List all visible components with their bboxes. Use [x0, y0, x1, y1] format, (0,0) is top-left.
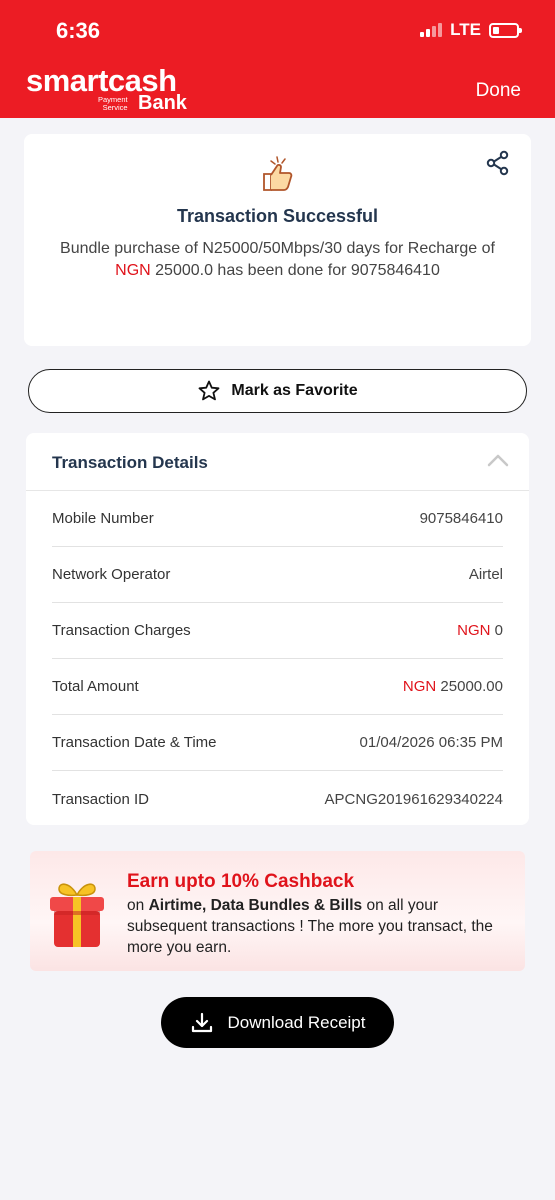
- logo-bank: Bank: [138, 92, 187, 114]
- promo-text: on Airtime, Data Bundles & Bills on all …: [127, 897, 493, 956]
- currency-label: NGN: [115, 262, 151, 279]
- success-card: Transaction Successful Bundle purchase o…: [24, 134, 531, 346]
- share-icon[interactable]: [485, 150, 511, 176]
- transaction-details-header[interactable]: Transaction Details: [26, 433, 529, 491]
- mark-favorite-label: Mark as Favorite: [231, 382, 358, 399]
- detail-value: APCNG201961629340224: [324, 790, 503, 808]
- detail-row-network-operator: Network Operator Airtel: [52, 547, 503, 603]
- star-icon: [198, 380, 220, 401]
- chevron-up-icon[interactable]: [487, 453, 509, 467]
- cashback-promo-banner[interactable]: Earn upto 10% Cashback on Airtime, Data …: [30, 851, 525, 971]
- detail-label: Transaction Charges: [52, 622, 191, 639]
- detail-value: NGN 0: [457, 622, 503, 639]
- smartcash-logo: smartcash Payment Service Bank: [26, 65, 196, 114]
- detail-label: Transaction Date & Time: [52, 734, 217, 751]
- transaction-details-card: Transaction Details Mobile Number 907584…: [26, 433, 529, 825]
- detail-value: 01/04/2026 06:35 PM: [359, 734, 503, 751]
- detail-row-total-amount: Total Amount NGN 25000.00: [52, 659, 503, 715]
- promo-title: Earn upto 10% Cashback: [127, 871, 355, 892]
- thumbs-up-icon: [263, 156, 293, 191]
- battery-icon: [489, 22, 522, 38]
- logo-tagline: Payment Service: [98, 95, 128, 112]
- detail-row-mobile-number: Mobile Number 9075846410: [52, 491, 503, 547]
- detail-value: Airtel: [468, 566, 503, 583]
- done-button[interactable]: Done: [476, 80, 521, 102]
- download-icon: [191, 1012, 212, 1032]
- signal-icon: [420, 23, 443, 37]
- detail-label: Network Operator: [52, 566, 171, 583]
- download-receipt-label: Download Receipt: [227, 1012, 366, 1032]
- gift-icon: [50, 883, 104, 947]
- detail-value: NGN 25000.00: [402, 678, 503, 695]
- network-label: LTE: [450, 20, 481, 39]
- transaction-details-title: Transaction Details: [52, 453, 208, 472]
- download-receipt-button[interactable]: Download Receipt: [161, 997, 394, 1048]
- currency-label: NGN: [457, 622, 491, 639]
- mark-favorite-button[interactable]: Mark as Favorite: [28, 369, 527, 413]
- detail-label: Total Amount: [52, 678, 139, 695]
- detail-row-date-time: Transaction Date & Time 01/04/2026 06:35…: [52, 715, 503, 771]
- currency-label: NGN: [402, 678, 437, 695]
- detail-label: Mobile Number: [52, 510, 154, 527]
- status-time: 6:36: [56, 18, 101, 43]
- app-header: 6:36 LTE smartcash Payment Service Bank …: [0, 0, 555, 118]
- success-title: Transaction Successful: [176, 206, 379, 226]
- success-description: Bundle purchase of N25000/50Mbps/30 days…: [60, 240, 495, 279]
- status-indicators: LTE: [420, 20, 522, 40]
- detail-value: 9075846410: [419, 510, 503, 527]
- detail-label: Transaction ID: [52, 790, 149, 808]
- detail-row-transaction-id: Transaction ID APCNG201961629340224: [52, 771, 503, 827]
- detail-row-transaction-charges: Transaction Charges NGN 0: [52, 603, 503, 659]
